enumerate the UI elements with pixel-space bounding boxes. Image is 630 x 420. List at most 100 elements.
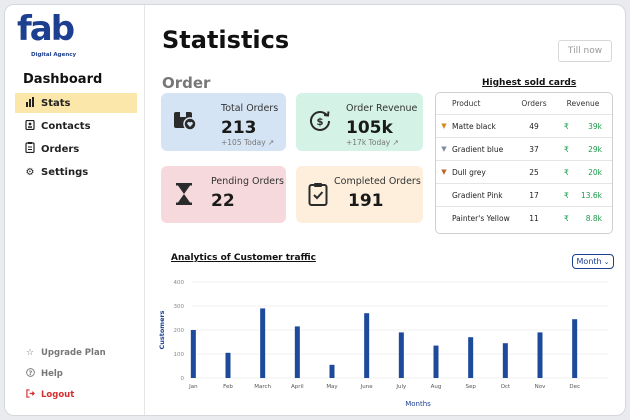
product-name: Gradient blue [452,144,504,154]
revenue-cycle-icon: $ [308,109,332,139]
product-cell: ▼ Gradient blue [436,145,514,154]
table-row[interactable]: ▼ Matte black 49 ₹39k [436,115,612,138]
x-tick-label: Jan [188,384,198,390]
page-title: Statistics [162,26,290,54]
card-value: 213 [221,118,257,138]
help-link[interactable]: ? Help [23,364,133,384]
clipboard-check-icon [308,182,328,212]
orders-cell: 25 [529,167,539,177]
bar [572,319,578,378]
product-cell: ▼Gradient Pink [436,191,514,200]
orders-cell: 37 [529,144,539,154]
sidebar-item-contacts[interactable]: Contacts [15,116,137,136]
svg-text:?: ? [28,370,32,377]
medal-icon: ▼ [441,122,447,130]
logout-button[interactable]: Logout [23,385,133,405]
revenue-cell: ₹8.8k [554,214,612,223]
period-select[interactable]: Month ⌄ [572,254,614,269]
pending-orders-card: Pending Orders 22 [161,166,286,223]
revenue-cell: ₹29k [554,145,612,154]
orders-cell: 17 [529,190,539,200]
customer-traffic-chart: 0 100 200 300 400 Jan Feb March April May June July… [158,280,608,408]
bar [260,308,266,378]
card-label: Pending Orders [211,176,284,187]
svg-text:$: $ [317,117,324,128]
x-tick-label: Nov [535,384,546,390]
revenue-value: 13.6k [580,190,602,200]
col-header-revenue: Revenue [566,99,600,108]
chart-title: Analytics of Customer traffic [171,253,316,263]
orders-cell: 49 [529,121,539,131]
sidebar: fab Digital Agency Dashboard Stats Conta… [5,5,145,415]
card-value: 22 [211,191,235,211]
currency-symbol: ₹ [564,144,569,154]
completed-orders-card: Completed Orders 191 [296,166,423,223]
logout-icon [23,389,37,401]
card-sub: +105 Today ↗ [221,138,275,147]
star-icon: ☆ [25,348,35,358]
bar-chart-icon [23,96,37,110]
logo-tagline: Digital Agency [31,52,77,58]
card-value: 105k [346,118,393,138]
clipboard-icon [23,142,37,156]
sidebar-item-label: Orders [41,143,80,155]
help-label: Help [41,369,63,379]
order-section-heading: Order [162,74,211,92]
help-icon: ? [23,368,37,380]
bar [468,337,474,378]
currency-symbol: ₹ [564,121,569,131]
top-products-title: Highest sold cards [482,78,577,88]
sidebar-bottom-nav: ☆ Upgrade Plan ? Help Logout [23,343,133,406]
box-heart-icon [173,109,197,137]
revenue-cell: ₹20k [554,168,612,177]
date-range-select[interactable]: Till now [558,40,612,62]
card-value: 191 [348,191,384,211]
revenue-value: 8.8k [585,214,602,223]
table-row[interactable]: ▼Gradient Pink 17 ₹13.6k [436,184,612,207]
upgrade-plan-link[interactable]: ☆ Upgrade Plan [23,343,133,363]
x-tick-label: Feb [223,384,233,390]
product-name: Painter's Yellow [452,214,510,223]
chevron-down-icon: ⌄ [603,257,610,266]
product-cell: ▼Painter's Yellow [436,214,514,223]
bar [294,326,300,378]
y-tick-label: 400 [174,280,185,286]
table-row[interactable]: ▼ Dull grey 25 ₹20k [436,161,612,184]
sidebar-item-settings[interactable]: ⚙ Settings [15,162,137,182]
sidebar-item-orders[interactable]: Orders [15,139,137,159]
card-label: Completed Orders [334,176,421,187]
hourglass-icon [173,182,195,212]
medal-icon: ▼ [441,145,447,153]
brand-logo[interactable]: fab Digital Agency [17,9,87,63]
product-name: Gradient Pink [452,190,503,200]
currency-symbol: ₹ [564,167,569,177]
sidebar-nav: Stats Contacts Orders ⚙ Settings [15,93,137,185]
logout-label: Logout [41,390,75,400]
sidebar-item-stats[interactable]: Stats [15,93,137,113]
bar [364,313,370,378]
x-tick-label: Oct [501,384,511,390]
y-axis-label: Customers [158,310,166,349]
sidebar-item-label: Contacts [41,120,91,132]
order-revenue-card: $ Order Revenue 105k +17k Today ↗ [296,93,423,151]
table-row[interactable]: ▼Painter's Yellow 11 ₹8.8k [436,207,612,230]
currency-symbol: ₹ [564,190,569,200]
x-tick-label: Aug [431,384,442,390]
x-tick-label: Sep [465,384,476,390]
y-tick-label: 0 [181,376,185,382]
sidebar-title: Dashboard [23,72,103,87]
x-tick-label: May [326,384,338,390]
revenue-value: 39k [588,121,602,131]
table-row[interactable]: ▼ Gradient blue 37 ₹29k [436,138,612,161]
bar [225,352,231,378]
bar [537,332,543,378]
x-tick-label: Dec [569,384,580,390]
revenue-cell: ₹39k [554,122,612,131]
product-cell: ▼ Matte black [436,122,514,131]
revenue-cell: ₹13.6k [554,191,612,200]
x-tick-label: July [395,384,407,390]
table-body: ▼ Matte black 49 ₹39k ▼ Gradient blue 37 ₹29k ▼ D… [436,115,612,230]
gear-icon: ⚙ [25,166,35,178]
sidebar-item-label: Stats [41,97,71,109]
bar [398,332,404,378]
